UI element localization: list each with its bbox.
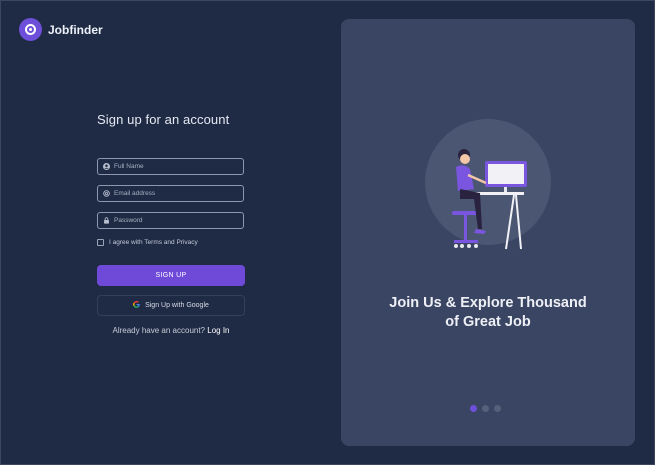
brand-name: Jobfinder: [48, 22, 103, 37]
password-field[interactable]: [97, 212, 244, 229]
email-field[interactable]: [97, 185, 244, 202]
google-sign-up-button[interactable]: Sign Up with Google: [97, 295, 245, 316]
tagline-line-1: Join Us & Explore Thousand: [389, 295, 587, 311]
form-heading: Sign up for an account: [97, 112, 230, 127]
sign-up-button[interactable]: SIGN UP: [97, 265, 245, 286]
carousel-dot-1[interactable]: [470, 405, 477, 412]
login-prompt-text: Already have an account?: [112, 326, 206, 335]
lock-icon: [103, 217, 110, 224]
google-button-label: Sign Up with Google: [145, 302, 209, 309]
terms-row: I agree with Terms and Privacy: [97, 239, 198, 246]
signup-page: Jobfinder Sign up for an account I agree…: [0, 0, 655, 465]
person-at-desk-illustration: [424, 119, 574, 259]
carousel-indicators: [470, 405, 506, 412]
login-prompt: Already have an account? Log In: [97, 326, 245, 335]
email-input[interactable]: [114, 190, 234, 197]
full-name-input[interactable]: [114, 163, 234, 170]
user-icon: [103, 163, 110, 170]
carousel-dot-2[interactable]: [482, 405, 489, 412]
tagline-line-2: of Great Job: [445, 314, 531, 330]
brand-logo[interactable]: Jobfinder: [19, 18, 103, 41]
terms-checkbox[interactable]: [97, 239, 104, 246]
full-name-field[interactable]: [97, 158, 244, 175]
terms-label[interactable]: I agree with Terms and Privacy: [109, 239, 198, 246]
promo-tagline: Join Us & Explore Thousand of Great Job: [341, 294, 635, 332]
password-input[interactable]: [114, 217, 234, 224]
carousel-dot-3[interactable]: [494, 405, 501, 412]
at-icon: [103, 190, 110, 197]
logo-icon: [19, 18, 42, 41]
google-icon: [133, 301, 140, 310]
log-in-link[interactable]: Log In: [207, 326, 229, 335]
